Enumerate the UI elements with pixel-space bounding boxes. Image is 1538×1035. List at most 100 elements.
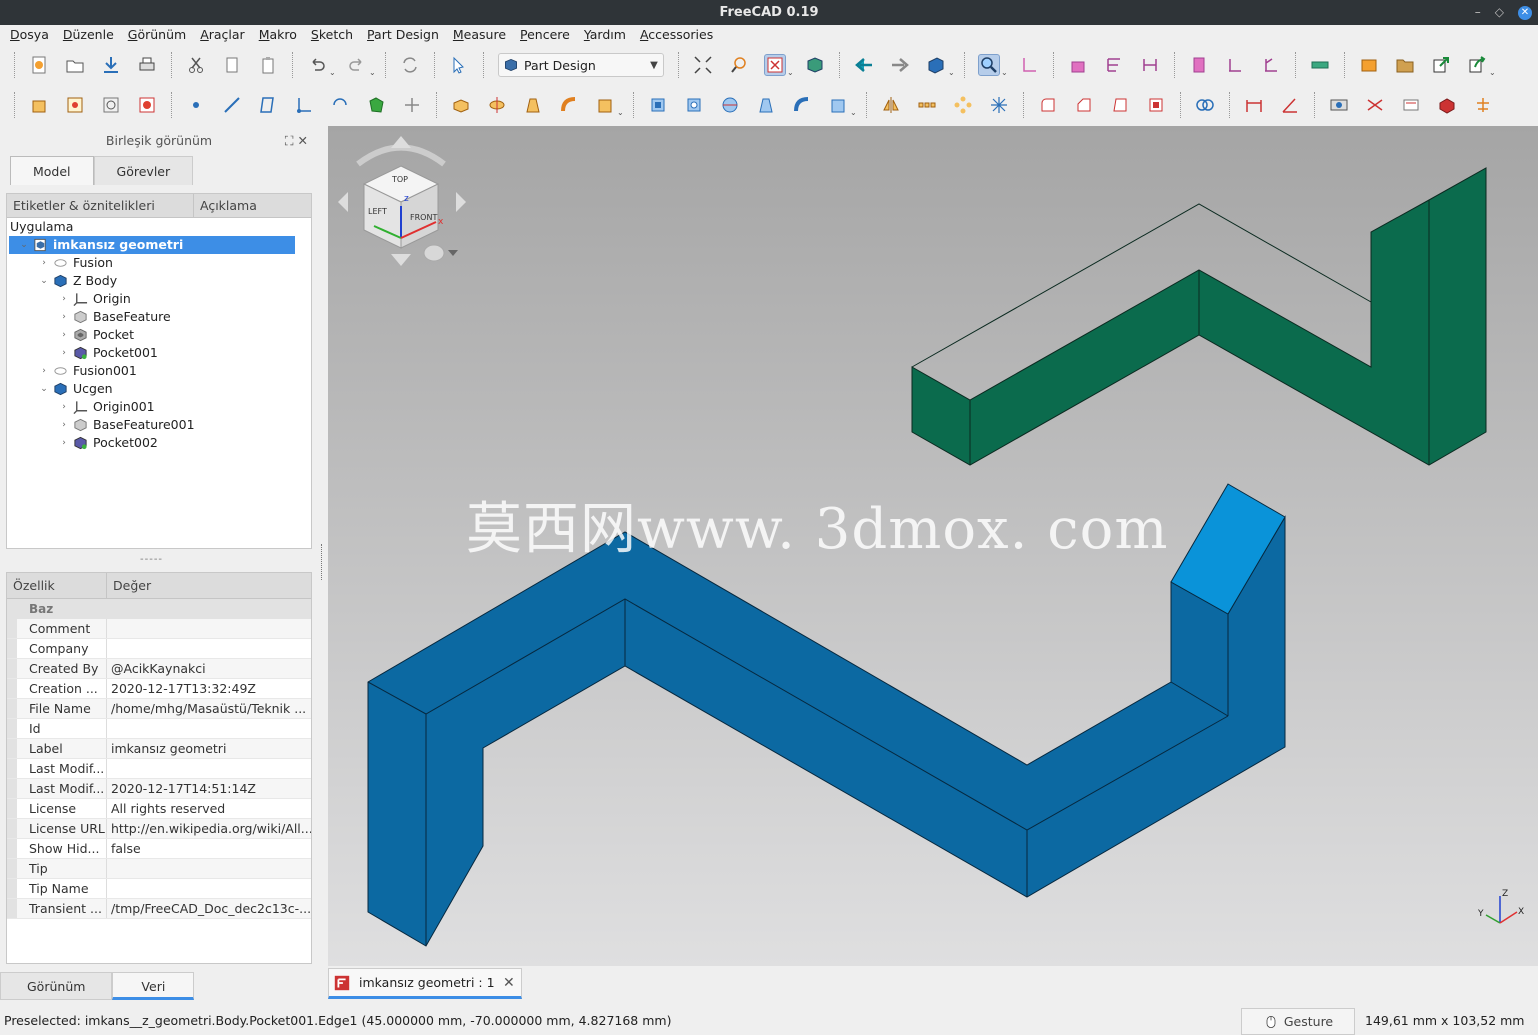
tree-item[interactable]: › BaseFeature001 (7, 416, 311, 434)
revolution-icon[interactable] (486, 94, 508, 116)
menu-macro[interactable]: Makro (259, 25, 297, 45)
measure-linear-dim-icon[interactable] (1243, 94, 1265, 116)
measure-linear-icon[interactable] (1188, 54, 1210, 76)
property-value[interactable]: @AcikKaynakci (107, 659, 311, 678)
folder-icon[interactable] (1394, 54, 1416, 76)
macro-run-icon[interactable] (1466, 54, 1488, 76)
tab-data[interactable]: Veri (112, 972, 195, 1000)
chevron-down-icon[interactable]: ⌄ (39, 380, 49, 398)
z-body-green[interactable] (911, 167, 1487, 466)
edit-sketch-icon[interactable] (100, 94, 122, 116)
datum-point-icon[interactable] (185, 94, 207, 116)
minimize-icon[interactable]: – (1475, 0, 1481, 25)
inspect-icon[interactable] (1328, 94, 1350, 116)
property-value[interactable]: imkansız geometri (107, 739, 311, 758)
chevron-down-icon[interactable]: ⌄ (39, 272, 49, 290)
subtractive-pipe-icon[interactable] (791, 94, 813, 116)
zoom-dropdown-icon[interactable]: ⌄ (1001, 68, 1009, 77)
copy-icon[interactable] (221, 54, 243, 76)
draw-style-icon[interactable] (764, 54, 786, 76)
tree-item[interactable]: › Fusion (7, 254, 311, 272)
property-column-value[interactable]: Değer (107, 573, 151, 598)
pipe-icon[interactable] (558, 94, 580, 116)
standard-views-dropdown-icon[interactable]: ⌄ (948, 68, 956, 77)
tree-item[interactable]: › Origin (7, 290, 311, 308)
fillet-icon[interactable] (1037, 94, 1059, 116)
chevron-right-icon[interactable]: › (59, 398, 69, 416)
draw-style-dropdown-icon[interactable]: ⌄ (787, 68, 795, 77)
property-value[interactable] (107, 719, 311, 738)
workbench-selector[interactable]: Part Design ▼ (498, 53, 664, 77)
measure-ruler-icon[interactable] (1309, 54, 1331, 76)
tree-item[interactable]: › Pocket (7, 326, 311, 344)
nav-arrow-right-icon[interactable] (456, 192, 466, 212)
property-row[interactable]: Tip (7, 859, 311, 879)
pad-icon[interactable] (450, 94, 472, 116)
property-value[interactable] (107, 879, 311, 898)
menu-view[interactable]: Görünüm (128, 25, 186, 45)
tree-item[interactable]: › BaseFeature (7, 308, 311, 326)
property-row[interactable]: Comment (7, 619, 311, 639)
macro-dropdown-icon[interactable]: ⌄ (1489, 68, 1497, 77)
property-value[interactable] (107, 859, 311, 878)
toggle-3d-icon[interactable] (1400, 94, 1422, 116)
property-value[interactable]: 2020-12-17T14:51:14Z (107, 779, 311, 798)
clone-icon[interactable] (401, 94, 423, 116)
measure-angular-dim-icon[interactable] (1279, 94, 1301, 116)
tree-item[interactable]: ⌄ Z Body (7, 272, 311, 290)
menu-measure[interactable]: Measure (453, 25, 506, 45)
tab-model[interactable]: Model (10, 156, 94, 185)
linear-pattern-icon[interactable] (916, 94, 938, 116)
create-sketch-icon[interactable] (28, 94, 50, 116)
navigation-cube[interactable]: TOP LEFT FRONT z x (338, 136, 466, 266)
forward-arrow-icon[interactable] (889, 54, 911, 76)
redo-dropdown-icon[interactable]: ⌄ (369, 68, 377, 77)
property-row[interactable]: Creation ... 2020-12-17T13:32:49Z (7, 679, 311, 699)
boolean-icon[interactable] (1194, 94, 1216, 116)
menu-sketch[interactable]: Sketch (311, 25, 353, 45)
mirrored-icon[interactable] (880, 94, 902, 116)
whats-this-icon[interactable] (448, 54, 470, 76)
property-row[interactable]: Tip Name (7, 879, 311, 899)
cut-icon[interactable] (185, 54, 207, 76)
close-tab-icon[interactable]: ✕ (503, 975, 521, 991)
close-window-icon[interactable]: ✕ (1518, 5, 1532, 20)
shape-binder-icon[interactable] (329, 94, 351, 116)
property-row[interactable]: Show Hid... false (7, 839, 311, 859)
panel-splitter[interactable]: ----- (140, 554, 163, 565)
groove-icon[interactable] (719, 94, 741, 116)
standard-views-icon[interactable] (925, 54, 947, 76)
menu-window[interactable]: Pencere (520, 25, 570, 45)
tab-view[interactable]: Görünüm (0, 972, 113, 1000)
validate-sketch-icon[interactable] (136, 94, 158, 116)
tree-item[interactable]: ⌄ imkansız geometri (7, 236, 311, 254)
undo-icon[interactable] (306, 54, 328, 76)
property-row[interactable]: Last Modif... 2020-12-17T14:51:14Z (7, 779, 311, 799)
maximize-icon[interactable]: ◇ (1495, 0, 1504, 25)
tab-tasks[interactable]: Görevler (93, 156, 194, 185)
nav-arrow-left-icon[interactable] (338, 192, 348, 212)
menu-tools[interactable]: Araçlar (200, 25, 245, 45)
zoom-icon[interactable] (978, 54, 1000, 76)
chevron-right-icon[interactable]: › (39, 254, 49, 272)
property-value[interactable]: /tmp/FreeCAD_Doc_dec2c13c-... (107, 899, 311, 918)
vertical-splitter[interactable] (321, 544, 324, 580)
tree-item[interactable]: ⌄ Ucgen (7, 380, 311, 398)
new-document-icon[interactable] (28, 54, 50, 76)
nav-arrow-up-icon[interactable] (391, 136, 411, 148)
tree-item[interactable]: › Origin001 (7, 398, 311, 416)
property-value[interactable]: false (107, 839, 311, 858)
property-row[interactable]: License All rights reserved (7, 799, 311, 819)
subtractive-dropdown-icon[interactable]: ⌄ (850, 108, 858, 117)
polar-pattern-icon[interactable] (952, 94, 974, 116)
fit-selection-icon[interactable] (728, 54, 750, 76)
create-body-icon[interactable] (1067, 54, 1089, 76)
close-panel-icon[interactable]: ✕ (298, 133, 308, 148)
sub-shape-binder-icon[interactable] (365, 94, 387, 116)
clear-dims-icon[interactable] (1364, 94, 1386, 116)
property-row[interactable]: Company (7, 639, 311, 659)
bounding-box-icon[interactable] (804, 54, 826, 76)
3d-viewport[interactable]: TOP LEFT FRONT z x Z Y X 莫西网www. 3dmox. … (328, 126, 1538, 966)
document-tab[interactable]: imkansız geometri : 1 ✕ (328, 968, 522, 999)
create-part-icon[interactable] (1103, 54, 1125, 76)
